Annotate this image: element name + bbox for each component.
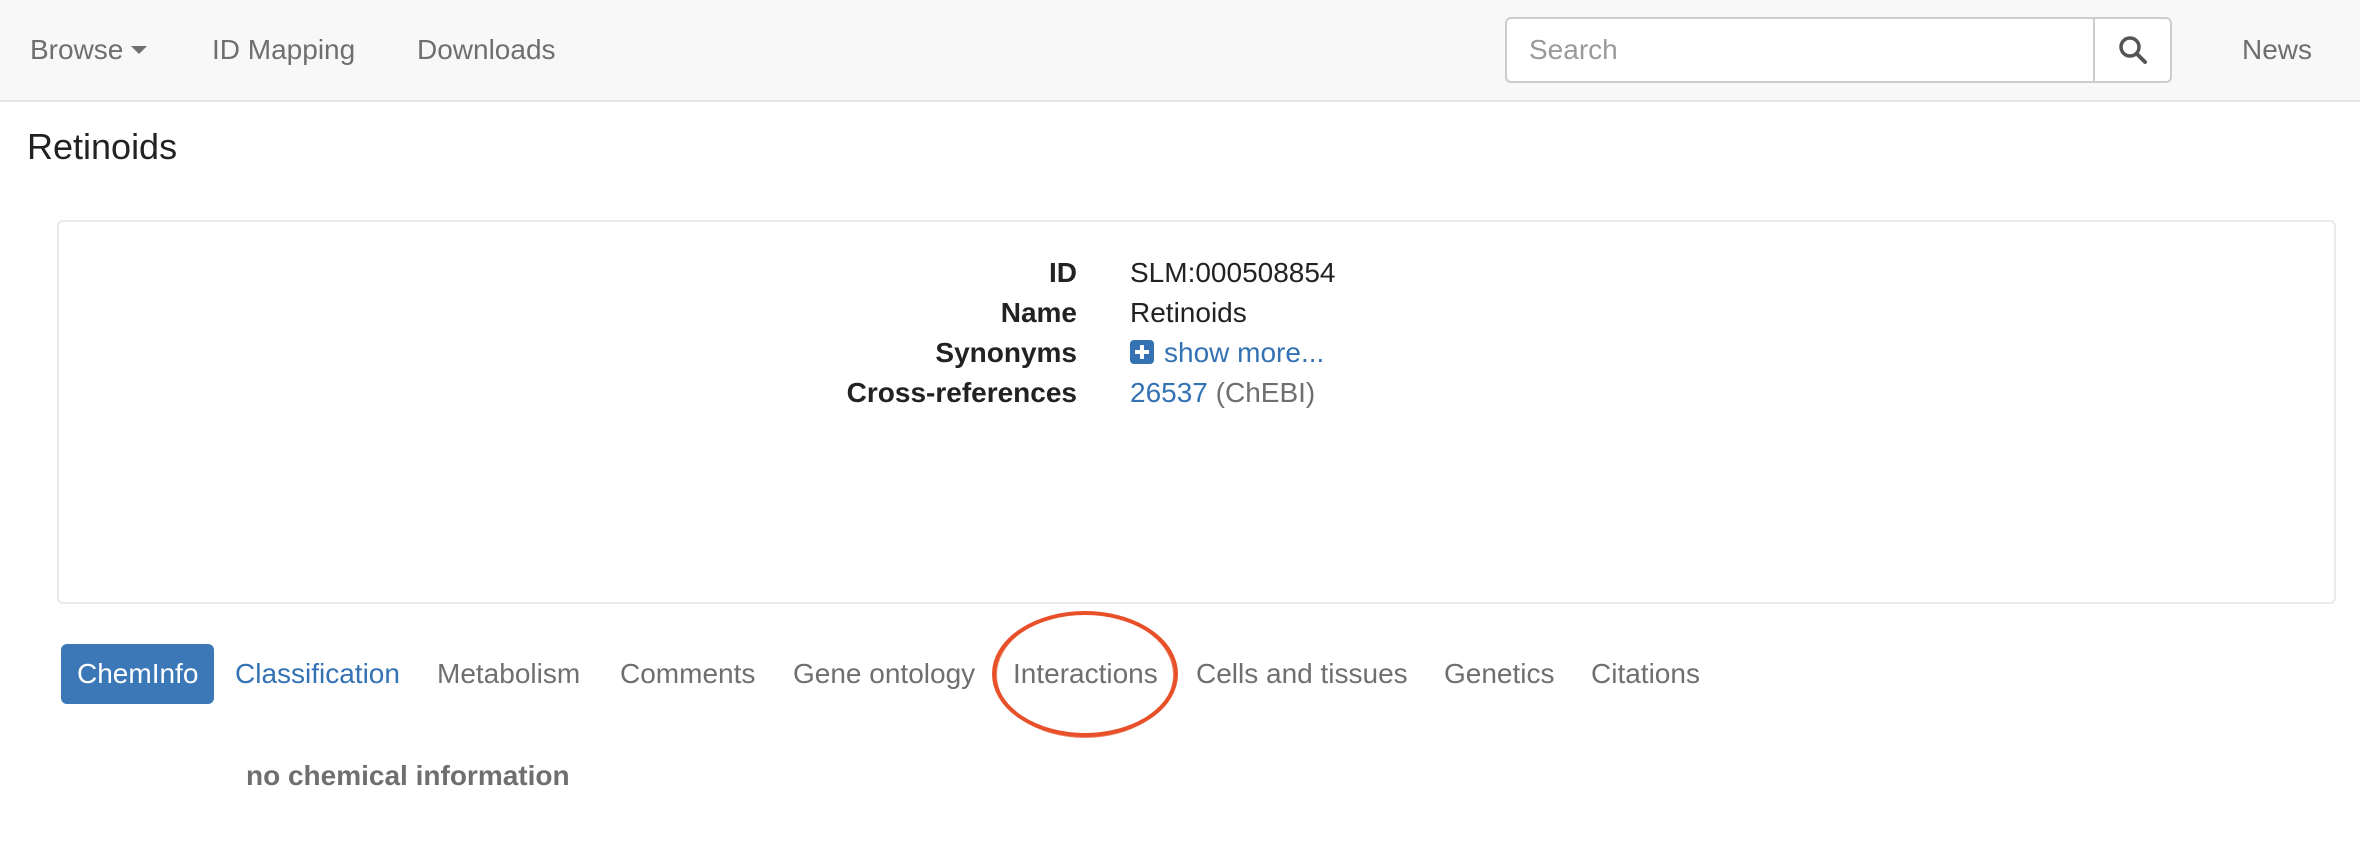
plus-square-icon bbox=[1130, 339, 1154, 364]
tab-interactions[interactable]: Interactions bbox=[1013, 644, 1158, 704]
tab-cells-and-tissues[interactable]: Cells and tissues bbox=[1196, 644, 1408, 704]
nav-downloads[interactable]: Downloads bbox=[417, 0, 556, 100]
info-row-synonyms: Synonyms show more... bbox=[59, 333, 2334, 373]
caret-down-icon bbox=[131, 45, 148, 54]
tab-genetics[interactable]: Genetics bbox=[1444, 644, 1555, 704]
top-navbar: Browse ID Mapping Downloads News bbox=[0, 0, 2360, 102]
tab-gene-ontology[interactable]: Gene ontology bbox=[793, 644, 975, 704]
info-row-id: ID SLM:000508854 bbox=[59, 253, 2334, 293]
name-label: Name bbox=[1000, 297, 1077, 328]
synonyms-toggle[interactable]: show more... bbox=[1130, 333, 1324, 373]
tab-comments[interactable]: Comments bbox=[620, 644, 755, 704]
nav-news[interactable]: News bbox=[2242, 0, 2312, 100]
info-row-name: Name Retinoids bbox=[59, 293, 2334, 333]
tab-cheminfo[interactable]: ChemInfo bbox=[61, 644, 215, 704]
tab-metabolism[interactable]: Metabolism bbox=[437, 644, 580, 704]
search-button[interactable] bbox=[2093, 17, 2172, 83]
page-title: Retinoids bbox=[27, 126, 178, 167]
info-panel: ID SLM:000508854 Name Retinoids Synonyms… bbox=[57, 220, 2336, 604]
tab-classification[interactable]: Classification bbox=[235, 644, 400, 704]
tab-citations[interactable]: Citations bbox=[1591, 644, 1700, 704]
name-value: Retinoids bbox=[1130, 297, 1247, 328]
info-row-cross-references: Cross-references 26537 (ChEBI) bbox=[59, 373, 2334, 413]
id-value: SLM:000508854 bbox=[1130, 257, 1336, 288]
chebi-link[interactable]: 26537 bbox=[1130, 377, 1208, 408]
no-chemical-information-message: no chemical information bbox=[246, 760, 570, 791]
nav-browse-dropdown[interactable]: Browse bbox=[30, 0, 148, 100]
search-input[interactable] bbox=[1505, 17, 2094, 83]
cross-references-value: 26537 (ChEBI) bbox=[1130, 373, 1315, 413]
show-more-link[interactable]: show more... bbox=[1164, 337, 1324, 368]
cross-references-label: Cross-references bbox=[846, 377, 1077, 408]
search-icon bbox=[2118, 36, 2147, 64]
nav-browse-label: Browse bbox=[30, 34, 124, 65]
nav-id-mapping[interactable]: ID Mapping bbox=[212, 0, 355, 100]
chebi-source: (ChEBI) bbox=[1215, 377, 1316, 408]
id-label: ID bbox=[1049, 257, 1077, 288]
synonyms-label: Synonyms bbox=[935, 337, 1077, 368]
